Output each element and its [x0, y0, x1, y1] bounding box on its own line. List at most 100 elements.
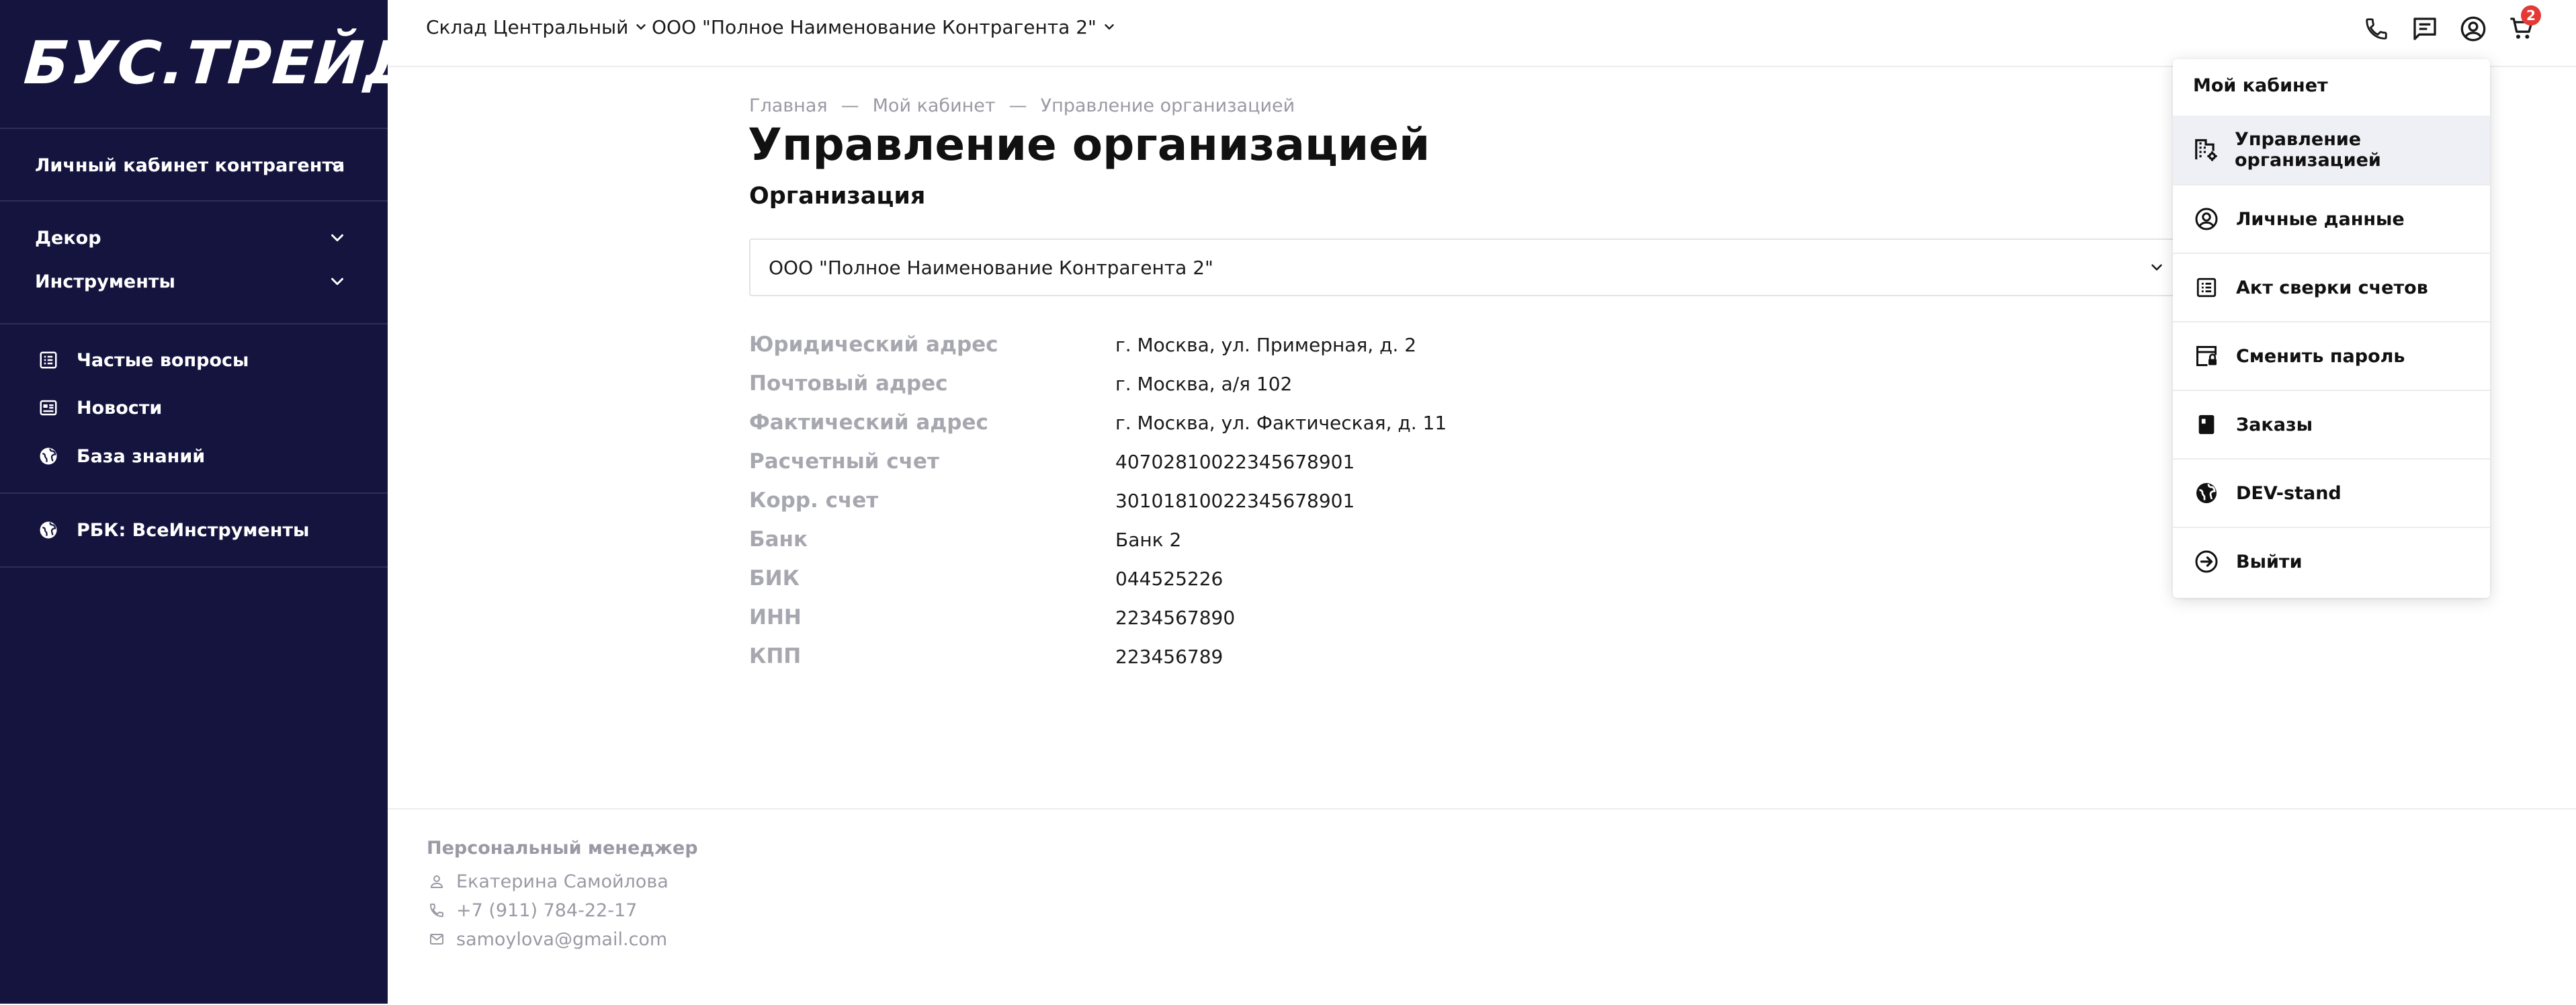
sidebar-cabinet-label: Личный кабинет контрагента: [35, 155, 345, 176]
globe-icon: [38, 445, 59, 467]
user-circle-icon: [2193, 206, 2220, 232]
counterparty-label: ООО "Полное Наименование Контрагента 2": [652, 15, 1097, 38]
sidebar-link-label: РБК: ВсеИнструменты: [77, 519, 310, 541]
sidebar-link-knowledge-base[interactable]: База знаний: [38, 439, 205, 473]
chevron-down-icon: [2151, 264, 2162, 271]
breadcrumb: Главная — Мой кабинет — Управление орган…: [749, 95, 1295, 116]
menu-item-label: Сменить пароль: [2236, 345, 2405, 367]
manager-phone-row[interactable]: +7 (911) 784-22-17: [427, 897, 637, 924]
chevron-down-icon: [331, 161, 343, 169]
manager-name-row: Екатерина Самойлова: [427, 868, 669, 895]
cart-count-badge: 2: [2521, 5, 2541, 26]
menu-item-dev-stand[interactable]: DEV-stand: [2173, 458, 2490, 527]
menu-item-label: Управление организацией: [2235, 129, 2381, 171]
manager-phone: +7 (911) 784-22-17: [456, 900, 638, 921]
phone-icon[interactable]: [2361, 13, 2392, 44]
warehouse-dropdown[interactable]: Склад Центральный: [426, 12, 648, 42]
sidebar-link-external[interactable]: РБК: ВсеИнструменты: [38, 513, 309, 547]
building-settings-icon: [2193, 136, 2219, 163]
detail-value: 223456789: [1115, 646, 1223, 668]
manager-email: samoylova@gmail.com: [456, 928, 668, 950]
page-title: Управление организацией: [748, 119, 1430, 171]
logo-text: БУС.ТРЕЙД: [22, 28, 422, 97]
account-menu-header: Мой кабинет: [2193, 75, 2328, 96]
person-icon: [427, 871, 447, 891]
section-title: Организация: [749, 183, 926, 210]
menu-item-label: DEV-stand: [2236, 482, 2342, 504]
mail-icon: [427, 929, 447, 949]
menu-item-orders[interactable]: Заказы: [2173, 390, 2490, 458]
chevron-down-icon: [331, 234, 343, 242]
counterparty-dropdown[interactable]: ООО "Полное Наименование Контрагента 2": [652, 12, 1117, 42]
manager-email-row[interactable]: samoylova@gmail.com: [427, 926, 667, 953]
warehouse-label: Склад Центральный: [426, 15, 629, 38]
breadcrumb-cabinet[interactable]: Мой кабинет: [873, 95, 996, 116]
menu-item-label: Личные данные: [2236, 208, 2405, 230]
detail-label: БИК: [749, 566, 800, 591]
detail-label: Банк: [749, 527, 808, 552]
menu-item-personal-data[interactable]: Личные данные: [2173, 184, 2490, 253]
sidebar-category-label: Инструменты: [35, 271, 175, 292]
globe-icon: [38, 519, 59, 541]
orders-icon: [2193, 411, 2220, 438]
logo[interactable]: БУС.ТРЕЙД: [22, 28, 421, 102]
sidebar-link-label: Частые вопросы: [77, 349, 249, 371]
sidebar-category-decor[interactable]: Декор: [35, 221, 347, 255]
manager-title: Персональный менеджер: [427, 838, 698, 859]
breadcrumb-current: Управление организацией: [1040, 95, 1295, 116]
account-menu: Мой кабинет Управление организацией Личн…: [2173, 59, 2490, 598]
detail-value: 40702810022345678901: [1115, 451, 1355, 473]
sidebar-cabinet-toggle[interactable]: Личный кабинет контрагента: [35, 148, 347, 182]
detail-label: Юридический адрес: [749, 333, 998, 357]
chat-icon[interactable]: [2409, 13, 2440, 44]
chevron-down-icon: [1105, 24, 1114, 30]
menu-item-label: Выйти: [2236, 551, 2303, 572]
news-icon: [38, 397, 59, 419]
breadcrumb-separator: —: [1008, 95, 1027, 116]
detail-value: г. Москва, а/я 102: [1115, 373, 1293, 395]
detail-label: Расчетный счет: [749, 449, 939, 474]
logout-icon: [2193, 548, 2220, 575]
menu-item-label: Акт сверки счетов: [2236, 277, 2428, 298]
breadcrumb-home[interactable]: Главная: [749, 95, 828, 116]
topbar: Склад Центральный ООО "Полное Наименован…: [388, 0, 2576, 67]
sidebar-category-label: Декор: [35, 227, 101, 249]
menu-item-logout[interactable]: Выйти: [2173, 527, 2490, 595]
sidebar-divider: [0, 492, 388, 494]
list-icon: [2193, 274, 2220, 301]
sidebar-divider: [0, 323, 388, 324]
sidebar-divider: [0, 128, 388, 129]
detail-label: Почтовый адрес: [749, 372, 948, 396]
lock-window-icon: [2193, 343, 2220, 369]
menu-item-reconciliation[interactable]: Акт сверки счетов: [2173, 253, 2490, 321]
sidebar-link-label: Новости: [77, 397, 163, 419]
sidebar: БУС.ТРЕЙД Личный кабинет контрагента Дек…: [0, 0, 421, 1004]
detail-value: г. Москва, ул. Примерная, д. 2: [1115, 334, 1417, 356]
sidebar-link-faq[interactable]: Частые вопросы: [38, 343, 249, 377]
sidebar-link-news[interactable]: Новости: [38, 391, 162, 425]
detail-value: 044525226: [1115, 568, 1223, 590]
manager-footer: Персональный менеджер Екатерина Самойлов…: [388, 808, 2576, 1005]
globe-icon: [2193, 480, 2220, 507]
organization-select-value: ООО "Полное Наименование Контрагента 2": [769, 256, 1213, 279]
menu-item-change-password[interactable]: Сменить пароль: [2173, 321, 2490, 390]
cart-icon[interactable]: 2: [2506, 5, 2541, 44]
detail-value: г. Москва, ул. Фактическая, д. 11: [1115, 412, 1447, 434]
phone-icon: [427, 900, 447, 920]
chevron-down-icon: [636, 24, 646, 30]
sidebar-link-label: База знаний: [77, 445, 206, 467]
manager-name: Екатерина Самойлова: [456, 871, 669, 892]
detail-label: КПП: [749, 644, 802, 668]
breadcrumb-separator: —: [841, 95, 859, 116]
detail-label: Корр. счет: [749, 488, 879, 513]
sidebar-divider: [0, 200, 388, 202]
account-icon[interactable]: [2458, 13, 2489, 44]
detail-label: ИНН: [749, 605, 802, 629]
detail-value: 2234567890: [1115, 607, 1236, 629]
list-icon: [38, 349, 59, 371]
menu-item-org-management[interactable]: Управление организацией: [2173, 116, 2490, 184]
menu-item-label: Заказы: [2236, 414, 2313, 435]
detail-value: 30101810022345678901: [1115, 490, 1355, 512]
organization-select[interactable]: ООО "Полное Наименование Контрагента 2": [749, 238, 2180, 296]
sidebar-category-tools[interactable]: Инструменты: [35, 265, 347, 298]
